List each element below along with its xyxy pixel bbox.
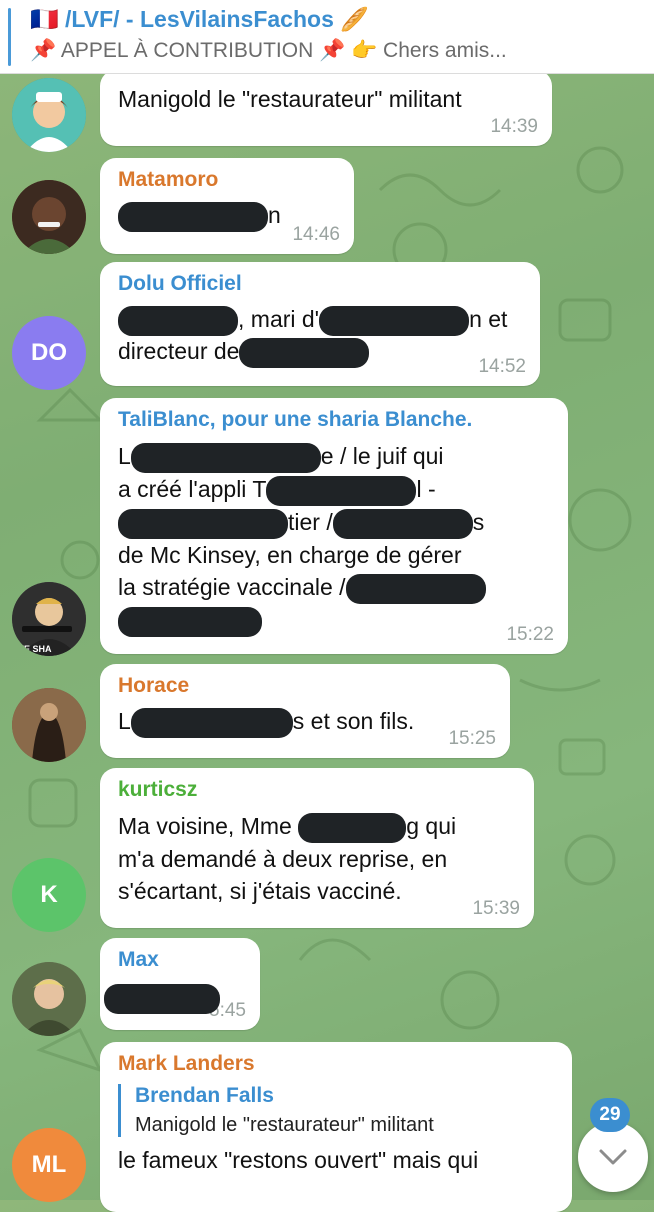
chevron-down-icon [599, 1149, 627, 1165]
redacted-block [130, 442, 321, 473]
message-text-fragment: s et son fils. [292, 708, 415, 734]
redacted-block [345, 573, 486, 604]
pinned-channel-title: 🇫🇷 /LVF/ - LesVilainsFachos 🥖 [30, 6, 369, 32]
avatar[interactable]: DO [12, 316, 86, 390]
sender-name: Max [118, 948, 159, 971]
pinned-message-preview: 📌 APPEL À CONTRIBUTION 📌 👉 Chers amis... [30, 39, 507, 62]
message-bubble[interactable]: Horace Ls et son fils. 15:25 [100, 664, 510, 758]
sender-name: Matamoro [118, 168, 219, 191]
redacted-block [118, 508, 288, 539]
message-text-fragment: s [472, 508, 485, 535]
redacted-block [332, 508, 473, 539]
message-text-fragment: s'écartant, si j'étais vacciné. [118, 877, 402, 904]
message-bubble[interactable]: Matamoro n 14:46 [100, 158, 354, 254]
avatar-initials: ML [31, 1151, 67, 1178]
avatar[interactable] [12, 78, 86, 152]
message-time: 14:52 [478, 356, 526, 377]
message-time: 15:22 [506, 624, 554, 645]
message-bubble[interactable]: Max 5:45 [100, 938, 260, 1030]
message-text: le fameux "restons ouvert" mais qui [118, 1147, 479, 1173]
reply-quote-author: Brendan Falls [135, 1084, 274, 1107]
message-text-fragment: a créé l'appli T [118, 475, 267, 502]
message-bubble[interactable]: kurticsz Ma voisine, Mme g qui m'a deman… [100, 768, 534, 928]
message-time: 14:39 [490, 116, 538, 137]
message-text: Manigold le "restaurateur" militant [118, 86, 462, 112]
avatar[interactable]: ITE SHA [12, 582, 86, 656]
avatar-initials: K [40, 881, 58, 908]
message-bubble[interactable]: TaliBlanc, pour une sharia Blanche. Le /… [100, 398, 568, 654]
message-bubble[interactable]: Mark Landers Brendan Falls Manigold le "… [100, 1042, 572, 1212]
message-text-fragment: n et [469, 306, 508, 332]
message-text-fragment: , mari d' [238, 306, 320, 332]
sender-name: TaliBlanc, pour une sharia Blanche. [118, 408, 473, 431]
message-text-fragment: la stratégie vaccinale / [118, 573, 346, 600]
message-bubble[interactable]: Manigold le "restaurateur" militant 14:3… [100, 70, 552, 146]
avatar[interactable] [12, 962, 86, 1036]
message-bubble[interactable]: Dolu Officiel , mari d' n et directeur de… [100, 262, 540, 386]
message-text-fragment: de Mc Kinsey, en charge de gérer [118, 541, 462, 568]
redacted-block [130, 707, 293, 738]
message-text-fragment: n [268, 202, 281, 228]
message-text-fragment: L [118, 443, 131, 469]
redacted-block [118, 606, 262, 637]
message-text-fragment: g qui [406, 813, 457, 839]
redacted-block [104, 984, 220, 1014]
redacted-block [266, 475, 417, 506]
message-time: 15:25 [448, 728, 496, 749]
avatar[interactable]: ML [12, 1128, 86, 1202]
redacted-block [118, 201, 268, 232]
reply-quote-text: Manigold le "restaurateur" militant [135, 1114, 434, 1136]
avatar-initials: DO [31, 339, 67, 366]
reply-quote[interactable]: Brendan Falls Manigold le "restaurateur"… [118, 1084, 554, 1137]
avatar[interactable] [12, 688, 86, 762]
message-text-fragment: L [118, 708, 131, 734]
redacted-block [298, 812, 407, 843]
redacted-block [319, 305, 470, 336]
sender-name: Horace [118, 674, 190, 697]
message-text-fragment: Ma voisine, Mme [118, 813, 292, 839]
message-time: 14:46 [292, 224, 340, 245]
redacted-block [239, 337, 370, 368]
message-text-fragment: tier / [288, 508, 333, 535]
unread-count-badge: 29 [590, 1098, 630, 1132]
avatar[interactable] [12, 180, 86, 254]
message-text-fragment: m'a demandé à deux reprise, en [118, 845, 448, 872]
sender-name: kurticsz [118, 778, 198, 801]
avatar[interactable]: K [12, 858, 86, 932]
sender-name: Mark Landers [118, 1052, 255, 1075]
message-text: , mari d' n et directeur de [118, 304, 522, 368]
pinned-message-bar[interactable]: 🇫🇷 /LVF/ - LesVilainsFachos 🥖 📌 APPEL À … [0, 0, 654, 74]
message-text: Le / le juif qui a créé l'appli T l - tie… [118, 440, 550, 637]
sender-name: Dolu Officiel [118, 272, 242, 295]
redacted-block [118, 305, 238, 336]
message-text: Ma voisine, Mme g qui m'a demandé à deux… [118, 810, 516, 907]
message-time: 15:39 [472, 898, 520, 919]
message-text: Ls et son fils. [118, 706, 492, 738]
message-text-fragment: e / le juif qui [320, 443, 444, 469]
scroll-to-bottom-button[interactable] [578, 1122, 648, 1192]
message-text-fragment: l - [416, 475, 436, 502]
message-text-fragment: directeur de [118, 337, 240, 364]
pinned-indicator [8, 8, 11, 66]
